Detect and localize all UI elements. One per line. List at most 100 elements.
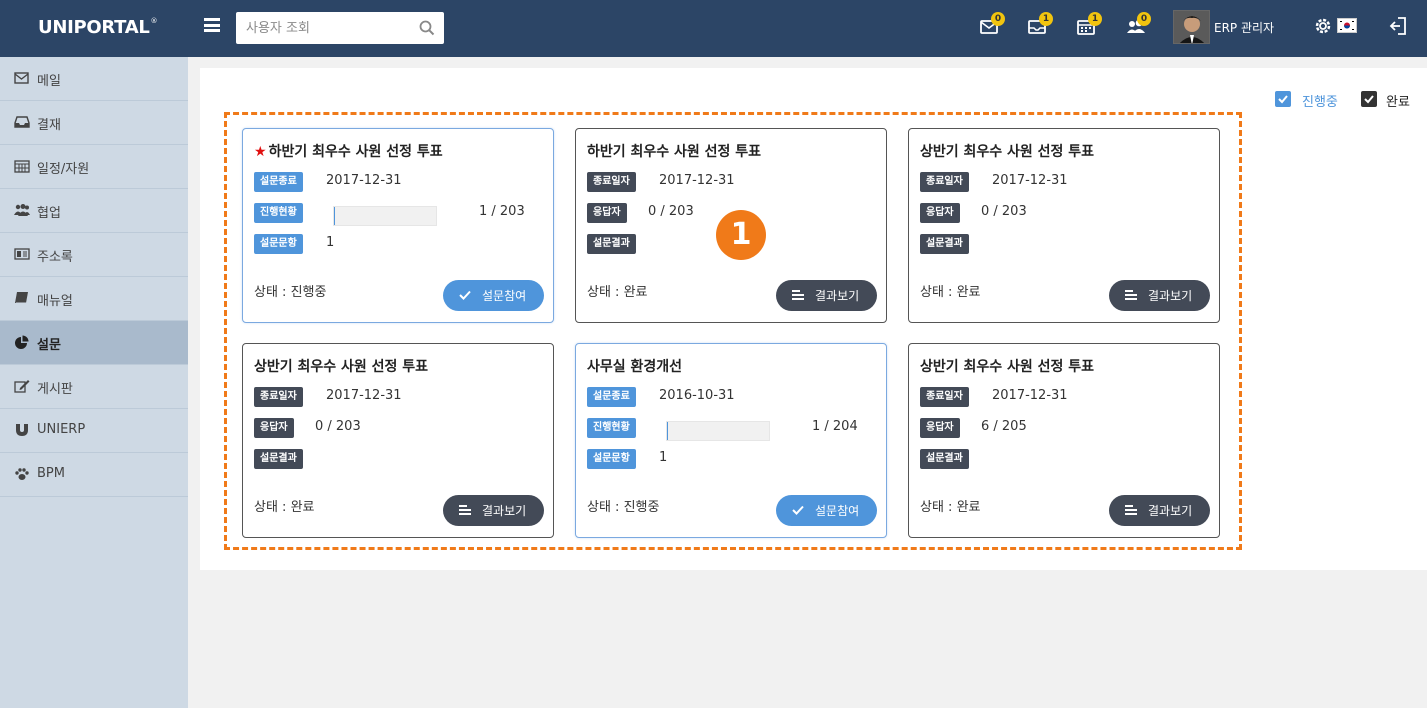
survey-card[interactable]: 상반기 최우수 사원 선정 투표 종료일자 2017-12-31 응답자 0 /…	[908, 128, 1220, 323]
respondents-value: 0 / 203	[981, 204, 1027, 219]
mail-notification-button[interactable]: 0	[976, 12, 1006, 43]
respondents-value: 6 / 205	[981, 419, 1027, 434]
sidebar-item-label: 결재	[37, 118, 61, 133]
respondents-tag: 응답자	[920, 418, 960, 438]
sidebar-item-label: 게시판	[37, 382, 73, 397]
sidebar-item-address-book[interactable]: 주소록	[0, 233, 188, 277]
user-search-input[interactable]	[246, 19, 406, 37]
magnet-icon	[16, 424, 28, 436]
survey-title[interactable]: 하반기 최우수 사원 선정 투표	[587, 141, 761, 161]
respondents-tag: 응답자	[920, 203, 960, 223]
survey-status: 상태 : 완료	[920, 500, 981, 515]
survey-title[interactable]: 상반기 최우수 사원 선정 투표	[920, 356, 1094, 376]
survey-status: 상태 : 완료	[920, 285, 981, 300]
sidebar-item-collaboration[interactable]: 협업	[0, 189, 188, 233]
sidebar-item-label: 메일	[37, 74, 61, 89]
respondents-tag: 응답자	[254, 418, 294, 438]
result-tag: 설문결과	[920, 449, 969, 469]
end-date-tag: 설문종료	[587, 387, 636, 407]
collaboration-notification-button[interactable]: 0	[1122, 12, 1152, 43]
done-filter-label[interactable]: 완료	[1386, 91, 1410, 110]
search-icon[interactable]	[418, 19, 436, 37]
sidebar: 메일 결재 일정/자원 협업 주소록 매뉴얼 설문 게시판 UNIERP BPM	[0, 57, 188, 708]
survey-card[interactable]: 상반기 최우수 사원 선정 투표 종료일자 2017-12-31 응답자 6 /…	[908, 343, 1220, 538]
end-date-value: 2017-12-31	[326, 173, 402, 188]
menu-toggle-icon[interactable]	[204, 18, 220, 32]
list-icon	[459, 505, 471, 515]
progress-count: 1 / 203	[479, 204, 525, 219]
in-progress-checkbox[interactable]	[1275, 91, 1291, 107]
check-icon	[459, 290, 471, 300]
survey-title[interactable]: 상반기 최우수 사원 선정 투표	[254, 356, 428, 376]
calendar-icon	[14, 160, 30, 173]
paw-icon	[15, 468, 29, 480]
view-results-button[interactable]: 결과보기	[776, 280, 877, 311]
end-date-value: 2017-12-31	[992, 388, 1068, 403]
progress-bar	[666, 421, 770, 441]
done-checkbox[interactable]	[1361, 91, 1377, 107]
list-icon	[1125, 505, 1137, 515]
schedule-count-badge: 1	[1088, 12, 1102, 26]
view-results-button[interactable]: 결과보기	[443, 495, 544, 526]
sidebar-item-schedule[interactable]: 일정/자원	[0, 145, 188, 189]
question-count-tag: 설문문항	[587, 449, 636, 469]
sidebar-item-label: 협업	[37, 206, 61, 221]
sidebar-item-board[interactable]: 게시판	[0, 365, 188, 409]
sidebar-item-approval[interactable]: 결재	[0, 101, 188, 145]
sidebar-item-label: 일정/자원	[37, 162, 90, 177]
survey-title[interactable]: 상반기 최우수 사원 선정 투표	[920, 141, 1094, 161]
mail-count-badge: 0	[991, 12, 1005, 26]
end-date-value: 2017-12-31	[992, 173, 1068, 188]
approval-notification-button[interactable]: 1	[1024, 12, 1054, 43]
search-box	[236, 12, 444, 44]
progress-bar-fill	[667, 422, 668, 440]
top-bar: UNIPORTAL® 0 1 1 0 ERP 관리자	[0, 0, 1427, 57]
logout-icon[interactable]	[1388, 15, 1410, 37]
survey-title[interactable]: ★ 하반기 최우수 사원 선정 투표	[254, 141, 443, 161]
address-card-icon	[14, 248, 30, 260]
users-icon	[14, 204, 30, 216]
sidebar-item-label: UNIERP	[37, 422, 86, 437]
progress-tag: 진행현황	[587, 418, 636, 438]
respondents-tag: 응답자	[587, 203, 627, 223]
progress-bar	[333, 206, 437, 226]
end-date-tag: 종료일자	[587, 172, 636, 192]
survey-card[interactable]: 사무실 환경개선 설문종료 2016-10-31 진행현황 1 / 204 설문…	[575, 343, 887, 538]
end-date-value: 2017-12-31	[326, 388, 402, 403]
view-results-button[interactable]: 결과보기	[1109, 280, 1210, 311]
survey-status: 상태 : 진행중	[587, 500, 660, 515]
survey-card[interactable]: ★ 하반기 최우수 사원 선정 투표 설문종료 2017-12-31 진행현황 1…	[242, 128, 554, 323]
survey-status: 상태 : 진행중	[254, 285, 327, 300]
sidebar-item-label: BPM	[37, 466, 65, 481]
sidebar-item-manual[interactable]: 매뉴얼	[0, 277, 188, 321]
list-icon	[1125, 290, 1137, 300]
end-date-value: 2016-10-31	[659, 388, 735, 403]
end-date-value: 2017-12-31	[659, 173, 735, 188]
end-date-tag: 종료일자	[254, 387, 303, 407]
gear-icon[interactable]	[1312, 15, 1334, 37]
sidebar-item-survey[interactable]: 설문	[0, 321, 188, 365]
sidebar-item-unierp[interactable]: UNIERP	[0, 409, 188, 453]
result-tag: 설문결과	[254, 449, 303, 469]
progress-bar-fill	[334, 207, 335, 225]
participate-button[interactable]: 설문참여	[776, 495, 877, 526]
schedule-notification-button[interactable]: 1	[1073, 12, 1103, 43]
view-results-button[interactable]: 결과보기	[1109, 495, 1210, 526]
korea-flag-icon[interactable]	[1337, 18, 1357, 33]
participate-button[interactable]: 설문참여	[443, 280, 544, 311]
check-icon	[792, 505, 804, 515]
sidebar-item-bpm[interactable]: BPM	[0, 453, 188, 497]
in-progress-filter-label[interactable]: 진행중	[1302, 91, 1338, 110]
survey-title[interactable]: 사무실 환경개선	[587, 356, 682, 376]
respondents-value: 0 / 203	[315, 419, 361, 434]
progress-tag: 진행현황	[254, 203, 303, 223]
sidebar-item-label: 매뉴얼	[37, 294, 73, 309]
app-logo[interactable]: UNIPORTAL®	[38, 17, 158, 38]
user-avatar[interactable]	[1173, 10, 1210, 44]
sidebar-item-mail[interactable]: 메일	[0, 57, 188, 101]
star-icon: ★	[254, 144, 267, 160]
inbox-icon	[14, 116, 30, 128]
survey-card[interactable]: 상반기 최우수 사원 선정 투표 종료일자 2017-12-31 응답자 0 /…	[242, 343, 554, 538]
user-name[interactable]: ERP 관리자	[1214, 19, 1274, 36]
collaboration-count-badge: 0	[1137, 12, 1151, 26]
